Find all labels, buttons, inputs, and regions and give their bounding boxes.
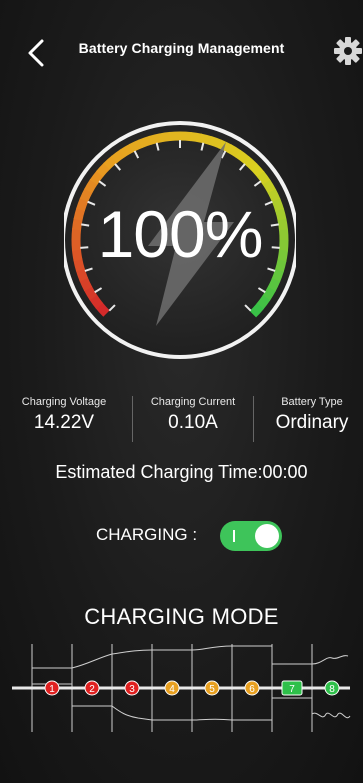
estimated-charging-time: Estimated Charging Time:00:00 — [55, 462, 308, 482]
gauge-arc-segment — [79, 277, 93, 292]
gauge-arc-segment — [119, 143, 134, 158]
charging-step-5-label: 5 — [209, 684, 215, 695]
gauge-arc-segment — [179, 131, 192, 142]
gauge-arc-segment — [226, 144, 242, 158]
charging-label: CHARGING : — [96, 525, 198, 544]
gauge-arc-segment — [235, 149, 250, 164]
gauge-arc-segment — [208, 136, 223, 149]
gauge-arc-segment — [103, 155, 118, 170]
charging-mode-diagram: 1 2 3 4 5 6 7 8 — [8, 640, 354, 760]
gauge-arc-segment — [84, 178, 98, 194]
stat-value: Ordinary — [275, 412, 349, 433]
gauge-arc-segment — [89, 294, 104, 309]
gauge-arc-segment — [169, 131, 181, 141]
charging-step-3-label: 3 — [129, 684, 135, 695]
stat-charging-voltage: Charging Voltage 14.22V — [6, 396, 122, 434]
gauge-arc-segment — [199, 133, 213, 146]
page-title: Battery Charging Management — [78, 40, 285, 56]
gauge-arc-segment — [249, 303, 264, 318]
gauge-arc-segment — [250, 163, 265, 178]
stat-value: 14.22V — [33, 412, 95, 433]
gauge-arc-segment — [256, 295, 271, 310]
gauge-arc-segment — [256, 171, 271, 186]
gauge-arc-segment — [243, 156, 258, 171]
stat-label: Charging Current — [150, 396, 236, 408]
gauge-arc-segment — [138, 135, 152, 149]
gauge-arc-segment — [89, 170, 104, 185]
toggle-knob — [255, 524, 279, 548]
charging-step-7-label: 7 — [289, 684, 295, 695]
gauge-arc-segment — [95, 302, 110, 317]
stat-battery-type: Battery Type Ordinary — [262, 396, 362, 434]
gauge-arc-segment — [83, 286, 98, 301]
gauge-arc-segment — [189, 132, 203, 143]
gauge-arc-segment — [111, 149, 126, 164]
stats-divider — [132, 396, 133, 442]
charging-step-4-label: 4 — [169, 684, 175, 695]
toggle-on-mark — [233, 530, 235, 542]
charging-step-6-label: 6 — [249, 684, 255, 695]
charging-step-8-label: 8 — [329, 684, 335, 695]
stat-value: 0.10A — [168, 412, 218, 433]
battery-percent: 100% — [97, 197, 264, 271]
app-header: Battery Charging Management — [0, 0, 363, 100]
charging-step-2-label: 2 — [89, 684, 95, 695]
gauge-arc-segment — [262, 286, 276, 302]
gauge-arc-segment — [148, 133, 162, 145]
stats-row: Charging Voltage 14.22V Charging Current… — [0, 396, 363, 452]
stat-label: Charging Voltage — [21, 396, 107, 408]
gauge-arc-segment — [96, 162, 111, 177]
gear-icon[interactable] — [333, 36, 363, 66]
charging-toggle[interactable] — [220, 521, 282, 551]
charging-mode-title: CHARGING MODE — [84, 604, 279, 629]
charging-step-1-label: 1 — [49, 684, 55, 695]
stat-label: Battery Type — [281, 396, 343, 408]
gauge-arc-segment — [267, 278, 281, 292]
stats-divider — [253, 396, 254, 442]
stat-charging-current: Charging Current 0.10A — [134, 396, 252, 434]
gauge-arc-segment — [128, 139, 143, 153]
gauge-arc-segment — [262, 179, 277, 194]
gauge-arc-segment — [158, 131, 172, 143]
